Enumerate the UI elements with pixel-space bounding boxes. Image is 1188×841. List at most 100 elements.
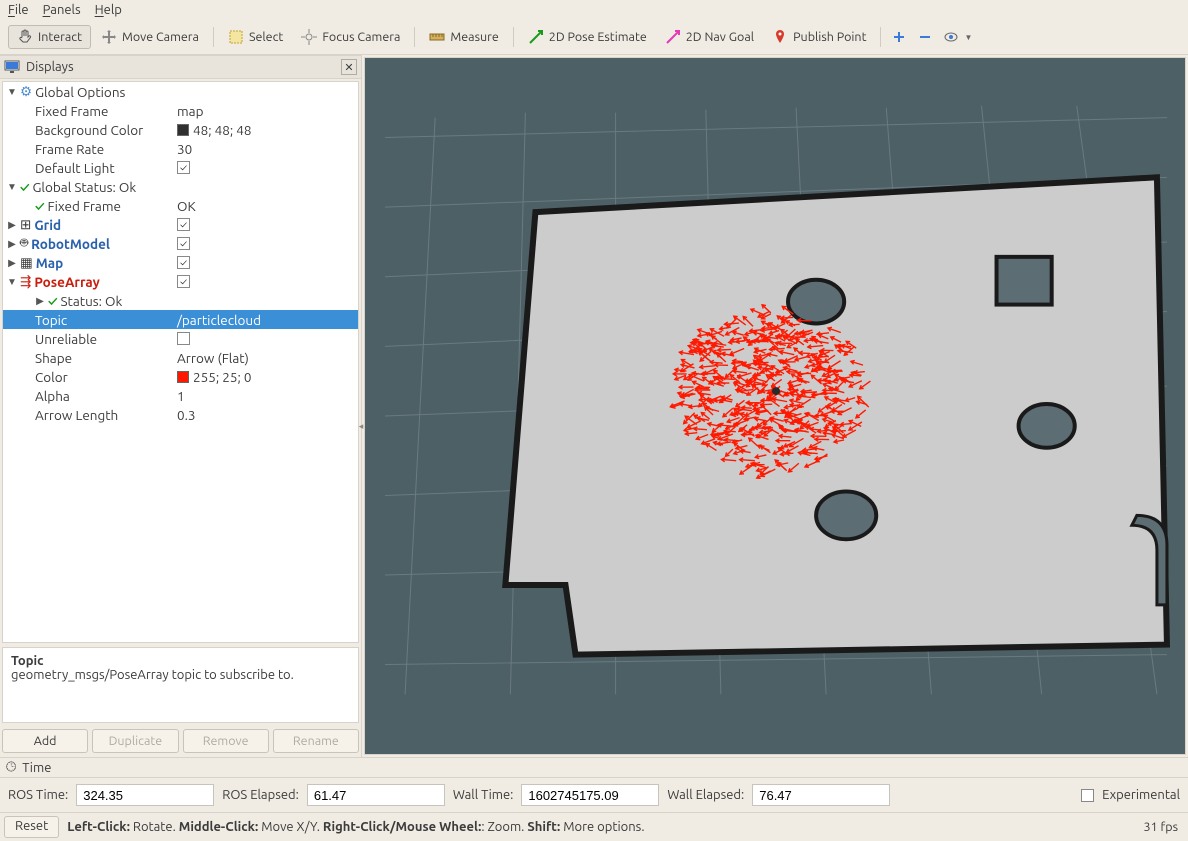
ros-time-label: ROS Time: <box>8 788 68 802</box>
bg-swatch <box>177 124 189 136</box>
duplicate-button[interactable]: Duplicate <box>92 729 178 753</box>
posearray-checkbox[interactable]: ✓ <box>177 275 190 288</box>
map-checkbox[interactable]: ✓ <box>177 256 190 269</box>
select-icon <box>228 29 244 45</box>
gear-icon: ⚙ <box>20 83 32 100</box>
unreliable-checkbox[interactable] <box>177 332 190 345</box>
experimental-checkbox[interactable] <box>1081 789 1094 802</box>
color-swatch <box>177 371 189 383</box>
move-camera-button[interactable]: Move Camera <box>93 26 207 48</box>
tree-map[interactable]: ▶▦ Map ✓ <box>3 253 358 272</box>
measure-label: Measure <box>450 30 498 44</box>
close-panel-button[interactable]: ✕ <box>341 59 357 75</box>
tree-global-options[interactable]: ▼⚙ Global Options <box>3 82 358 101</box>
chevron-down-icon: ▼ <box>964 33 972 42</box>
tree-posearray-status[interactable]: ▶✓ Status: Ok <box>3 291 358 310</box>
wall-elapsed-label: Wall Elapsed: <box>667 788 744 802</box>
pink-arrow-icon <box>665 29 681 45</box>
3d-viewport[interactable] <box>364 57 1186 755</box>
tree-alpha[interactable]: Alpha 1 <box>3 386 358 405</box>
move-camera-label: Move Camera <box>122 30 199 44</box>
experimental-label: Experimental <box>1102 788 1180 802</box>
publish-point-label: Publish Point <box>793 30 866 44</box>
time-panel: 🕒︎ Time ROS Time: ROS Elapsed: Wall Time… <box>0 757 1188 812</box>
menu-file[interactable]: File <box>8 3 29 17</box>
pin-icon <box>772 29 788 45</box>
frame-rate-value: 30 <box>177 141 358 157</box>
tree-posearray[interactable]: ▼⇶ PoseArray ✓ <box>3 272 358 291</box>
wall-time-label: Wall Time: <box>453 788 514 802</box>
desc-body: geometry_msgs/PoseArray topic to subscri… <box>11 668 350 682</box>
menu-help[interactable]: Help <box>95 3 122 17</box>
view-dropdown-button[interactable]: ▼ <box>939 26 976 48</box>
tree-frame-rate[interactable]: Frame Rate 30 <box>3 139 358 158</box>
tree-robotmodel[interactable]: ▶🤖︎ RobotModel ✓ <box>3 234 358 253</box>
time-title: Time <box>22 761 51 775</box>
displays-tree[interactable]: ▼⚙ Global Options Fixed Frame map Backgr… <box>2 81 359 643</box>
menubar: File Panels Help <box>0 0 1188 20</box>
toolbar: Interact Move Camera Select Focus Camera… <box>0 20 1188 55</box>
nav-goal-button[interactable]: 2D Nav Goal <box>657 26 762 48</box>
interact-button[interactable]: Interact <box>8 25 91 49</box>
robot-checkbox[interactable]: ✓ <box>177 237 190 250</box>
minus-icon <box>917 29 933 45</box>
wall-time-field[interactable] <box>521 784 659 806</box>
focus-camera-button[interactable]: Focus Camera <box>293 26 408 48</box>
select-label: Select <box>249 30 283 44</box>
displays-title: Displays <box>26 60 74 74</box>
remove-display-minus-button[interactable] <box>913 26 937 48</box>
default-light-checkbox[interactable]: ✓ <box>177 161 190 174</box>
remove-button[interactable]: Remove <box>183 729 269 753</box>
rename-button[interactable]: Rename <box>273 729 359 753</box>
move-camera-icon <box>101 29 117 45</box>
bg-value: 48; 48; 48 <box>193 122 252 138</box>
ros-elapsed-field[interactable] <box>307 784 445 806</box>
viewport-container: ◂ <box>362 55 1188 757</box>
tree-bg-color[interactable]: Background Color 48; 48; 48 <box>3 120 358 139</box>
check-icon: ✓ <box>20 179 29 195</box>
shape-value: Arrow (Flat) <box>177 350 358 366</box>
tree-color[interactable]: Color 255; 25; 0 <box>3 367 358 386</box>
status-bar: Reset Left-Click: Rotate. Middle-Click: … <box>0 812 1188 841</box>
color-value: 255; 25; 0 <box>193 369 252 385</box>
tree-topic-row[interactable]: Topic /particlecloud <box>3 310 358 329</box>
clock-icon: 🕒︎ <box>6 760 16 775</box>
toolbar-sep <box>513 27 514 47</box>
displays-titlebar: Displays ✕ <box>0 55 361 79</box>
tree-shape[interactable]: Shape Arrow (Flat) <box>3 348 358 367</box>
wall-elapsed-field[interactable] <box>752 784 890 806</box>
posearray-icon: ⇶ <box>20 273 31 290</box>
nav-goal-label: 2D Nav Goal <box>686 30 754 44</box>
publish-point-button[interactable]: Publish Point <box>764 26 874 48</box>
add-button[interactable]: Add <box>2 729 88 753</box>
add-display-plus-button[interactable] <box>887 26 911 48</box>
tree-fixed-frame[interactable]: Fixed Frame map <box>3 101 358 120</box>
topic-value: /particlecloud <box>177 312 358 328</box>
reset-button[interactable]: Reset <box>4 816 59 838</box>
tree-grid[interactable]: ▶⊞ Grid ✓ <box>3 215 358 234</box>
fps: 31 fps <box>1144 820 1184 834</box>
plus-icon <box>891 29 907 45</box>
alpha-value: 1 <box>177 388 358 404</box>
select-button[interactable]: Select <box>220 26 291 48</box>
target-icon <box>301 29 317 45</box>
check-icon: ✓ <box>48 293 57 309</box>
monitor-icon <box>4 59 20 75</box>
tree-arrow-length[interactable]: Arrow Length 0.3 <box>3 405 358 424</box>
tree-global-status[interactable]: ▼✓ Global Status: Ok <box>3 177 358 196</box>
ros-elapsed-label: ROS Elapsed: <box>222 788 299 802</box>
menu-panels[interactable]: Panels <box>43 3 81 17</box>
measure-button[interactable]: Measure <box>421 26 506 48</box>
ruler-icon <box>429 29 445 45</box>
ros-time-field[interactable] <box>76 784 214 806</box>
status-hints: Left-Click: Rotate. Middle-Click: Move X… <box>67 820 1135 834</box>
tree-unreliable[interactable]: Unreliable <box>3 329 358 348</box>
focus-camera-label: Focus Camera <box>322 30 400 44</box>
tree-default-light[interactable]: Default Light ✓ <box>3 158 358 177</box>
tree-fixed-frame-status[interactable]: ✓ Fixed Frame OK <box>3 196 358 215</box>
grid-checkbox[interactable]: ✓ <box>177 218 190 231</box>
robot-icon: 🤖︎ <box>20 234 28 253</box>
pose-estimate-button[interactable]: 2D Pose Estimate <box>520 26 655 48</box>
map-icon: ▦ <box>20 254 33 271</box>
fixed-frame-status-value: OK <box>177 198 358 214</box>
